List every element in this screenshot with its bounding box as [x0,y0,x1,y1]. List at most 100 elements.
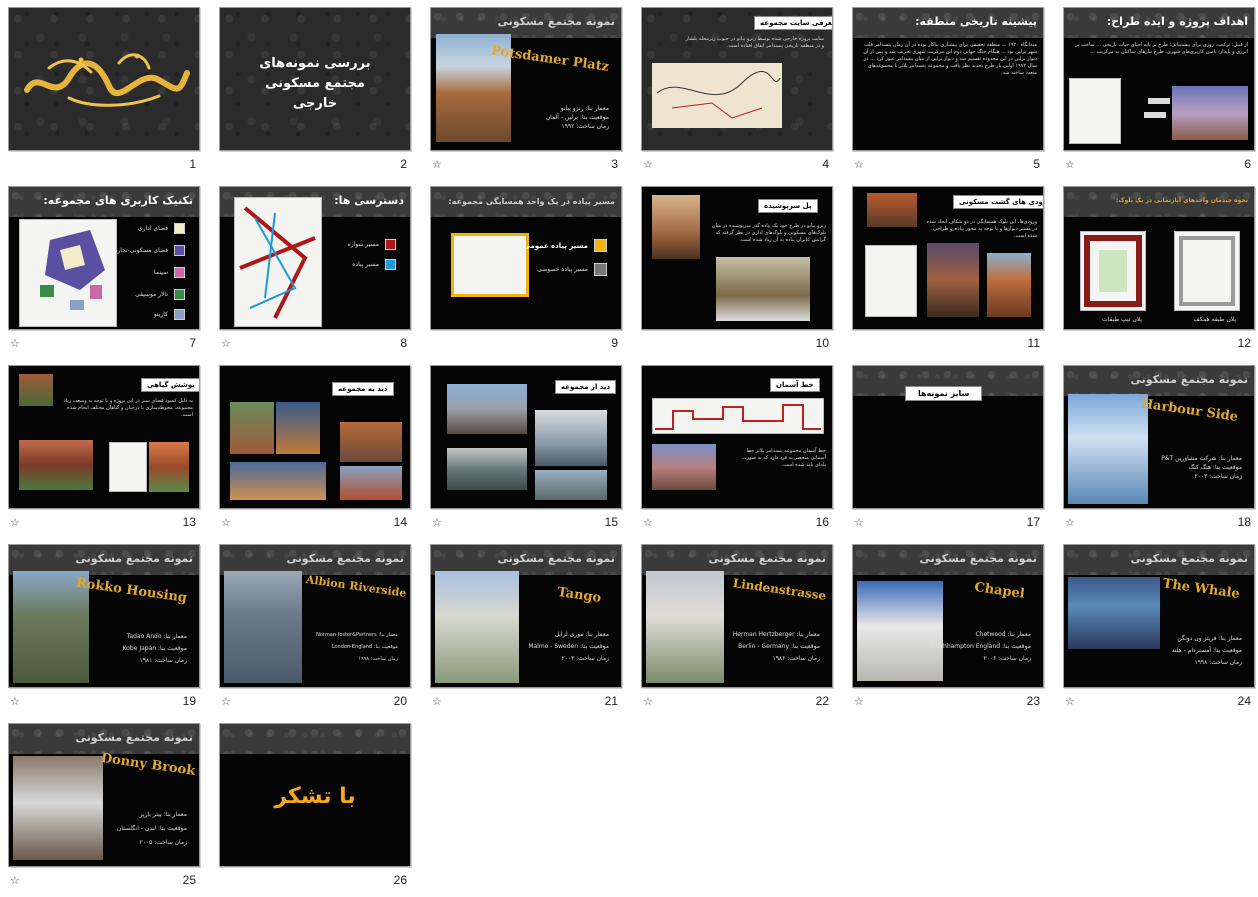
title-band: اهداف پروژه و ایده طراح: [1064,8,1254,38]
slide-16-canvas: خط آسمان خط آسمان مجموعه پتسدامر پلاتز خ… [641,365,833,509]
plan-image [1069,78,1121,144]
slide-thumbnail-25[interactable]: نمونه مجتمع مسکونی Donny Brook معمار بنا… [8,723,208,895]
bridge-photo [652,195,700,259]
slide-thumbnail-4[interactable]: معرفی سایت مجموعه سایت پروژه خارجی شده ت… [641,7,841,179]
star-icon[interactable]: ☆ [643,516,653,529]
slide-caption: خط آسمان [770,378,820,392]
slide-14-canvas: دید به مجموعه [219,365,411,509]
title-band: نمونه مجتمع مسکونی [9,724,199,754]
band-title: نمونه مجتمع مسکونی [1130,373,1248,386]
slide-thumbnail-26[interactable]: با تشکر 26 [219,723,419,895]
legend-item: مسیر پیاده [352,259,396,270]
slide-thumbnail-8[interactable]: دسترسی ها: مسیر سواره مسیر پیاده ☆ 8 [219,186,419,358]
slide-number: 2 [400,157,407,171]
info-lines: معمار بنا: Norman foster&Partners موقعیت … [316,632,398,662]
slide-number: 17 [1026,515,1040,529]
star-icon[interactable]: ☆ [1065,516,1075,529]
slide-caption: ورودی های گشت مسکونی [953,195,1043,209]
pedestrian-plan [451,233,529,297]
example-name: Donny Brook [99,750,197,779]
slide-12-canvas: نحوه چیدمان واحدهای آپارتمانی در یک بلوک… [1063,186,1255,330]
star-icon[interactable]: ☆ [1065,695,1075,708]
star-icon[interactable]: ☆ [643,695,653,708]
slide-caption: پوشش گیاهی [141,378,199,392]
band-title: نمونه مجتمع مسکونی [708,552,826,565]
slide-thumbnail-6[interactable]: اهداف پروژه و ایده طراح: از قبیل: ترکیب،… [1063,7,1258,179]
slide-caption: دید از مجموعه [555,380,617,394]
slide-thumbnail-22[interactable]: نمونه مجتمع مسکونی Lindenstrasse معمار ب… [641,544,841,716]
slide-thumbnail-1[interactable]: 1 [8,7,208,179]
legend-item: مسیر سواره [348,239,396,250]
vegetation-photo [19,374,53,406]
slide-number: 12 [1237,336,1251,350]
slide-thumbnail-14[interactable]: دید به مجموعه ☆ 14 [219,365,419,537]
building-photo [224,571,302,683]
slide-number: 19 [182,694,196,708]
star-icon[interactable]: ☆ [221,695,231,708]
slide-thumbnail-10[interactable]: پل سرپوشیده رنزو پیانو در طرح خود یک پیا… [641,186,841,358]
star-icon[interactable]: ☆ [643,158,653,171]
slide-thumbnail-5[interactable]: پیشینه تاریخی منطقه: میدانگاه ۱۹۲۰ ... م… [852,7,1052,179]
slide-3-canvas: نمونه مجتمع مسکونی Potsdamer Platz معمار… [430,7,622,151]
slide-18-canvas: نمونه مجتمع مسکونی Harbour Side معمار بن… [1063,365,1255,509]
slide-thumbnail-20[interactable]: نمونه مجتمع مسکونی Albion Riverside معما… [219,544,419,716]
slide-thumbnail-9[interactable]: مسیر پیاده در یک واحد همسایگی مجموعه: مس… [430,186,630,358]
star-icon[interactable]: ☆ [854,695,864,708]
band-title: نمونه مجتمع مسکونی [497,552,615,565]
slide-thumbnail-17[interactable]: سایر نمونه‌ها ☆ 17 [852,365,1052,537]
slide-thumbnail-23[interactable]: نمونه مجتمع مسکونی Chapel معمار بنا: Che… [852,544,1052,716]
star-icon[interactable]: ☆ [10,695,20,708]
example-name: Tango [556,584,603,606]
slide-7-canvas: تکنیک کاربری های مجموعه: فضای اداری فضای… [8,186,200,330]
slide-19-canvas: نمونه مجتمع مسکونی Rokko Housing معمار ب… [8,544,200,688]
star-icon[interactable]: ☆ [854,516,864,529]
thanks-title: با تشکر [274,784,356,809]
plan-image [109,442,147,492]
info-lines: معمار بنا: Tadao Ando موقعیت بنا: Kobe Ja… [122,633,187,664]
slide-thumbnail-18[interactable]: نمونه مجتمع مسکونی Harbour Side معمار بن… [1063,365,1258,537]
slide-caption: معرفی سایت مجموعه [754,16,832,30]
band-title: نمونه مجتمع مسکونی [1130,552,1248,565]
view-photo [447,384,527,434]
title-band: نحوه چیدمان واحدهای آپارتمانی در یک بلوک… [1064,187,1254,217]
example-name: Lindenstrasse [731,575,827,603]
slide-number: 1 [189,157,196,171]
slide-5-canvas: پیشینه تاریخی منطقه: میدانگاه ۱۹۲۰ ... م… [852,7,1044,151]
slide-thumbnail-15[interactable]: دید از مجموعه ☆ 15 [430,365,630,537]
star-icon[interactable]: ☆ [854,158,864,171]
slide-thumbnail-24[interactable]: نمونه مجتمع مسکونی The Whale معمار بنا: … [1063,544,1258,716]
slide-thumbnail-11[interactable]: ورودی های گشت مسکونی ورودی‌ها، این بلوک … [852,186,1052,358]
star-icon[interactable]: ☆ [221,337,231,350]
slide-thumbnail-2[interactable]: بررسی نمونه‌های مجتمع مسکونی خارجی 2 [219,7,419,179]
floor-plan [1080,231,1146,311]
slide-thumbnail-21[interactable]: نمونه مجتمع مسکونی Tango معمار بنا: موری… [430,544,630,716]
slide-text: ورودی‌ها، این بلوک همسایگی در دو شکاف ای… [926,219,1037,239]
band-title: نمونه مجتمع مسکونی [75,731,193,744]
star-icon[interactable]: ☆ [10,516,20,529]
view-photo [535,470,607,500]
star-icon[interactable]: ☆ [432,695,442,708]
site-map [652,63,782,128]
slide-text: به دلیل کمبود فضای سبز در این پروژه و با… [63,398,193,418]
slide-21-canvas: نمونه مجتمع مسکونی Tango معمار بنا: موری… [430,544,622,688]
slide-thumbnail-16[interactable]: خط آسمان خط آسمان مجموعه پتسدامر پلاتز خ… [641,365,841,537]
slide-4-canvas: معرفی سایت مجموعه سایت پروژه خارجی شده ت… [641,7,833,151]
star-icon[interactable]: ☆ [432,158,442,171]
star-icon[interactable]: ☆ [1065,158,1075,171]
slide-number: 18 [1237,515,1251,529]
interior-photo [716,257,810,321]
slide-caption: سایر نمونه‌ها [905,386,983,401]
slide-number: 5 [1033,157,1040,171]
star-icon[interactable]: ☆ [432,516,442,529]
slide-thumbnail-19[interactable]: نمونه مجتمع مسکونی Rokko Housing معمار ب… [8,544,208,716]
slide-text: سایت پروژه خارجی شده توسط رنزو پیانو در … [685,36,824,49]
calligraphy-logo [24,53,190,107]
slide-thumbnail-13[interactable]: پوشش گیاهی به دلیل کمبود فضای سبز در این… [8,365,208,537]
slide-thumbnail-12[interactable]: نحوه چیدمان واحدهای آپارتمانی در یک بلوک… [1063,186,1258,358]
star-icon[interactable]: ☆ [10,874,20,887]
star-icon[interactable]: ☆ [10,337,20,350]
slide-9-canvas: مسیر پیاده در یک واحد همسایگی مجموعه: مس… [430,186,622,330]
slide-thumbnail-3[interactable]: نمونه مجتمع مسکونی Potsdamer Platz معمار… [430,7,630,179]
slide-thumbnail-7[interactable]: تکنیک کاربری های مجموعه: فضای اداری فضای… [8,186,208,358]
star-icon[interactable]: ☆ [221,516,231,529]
